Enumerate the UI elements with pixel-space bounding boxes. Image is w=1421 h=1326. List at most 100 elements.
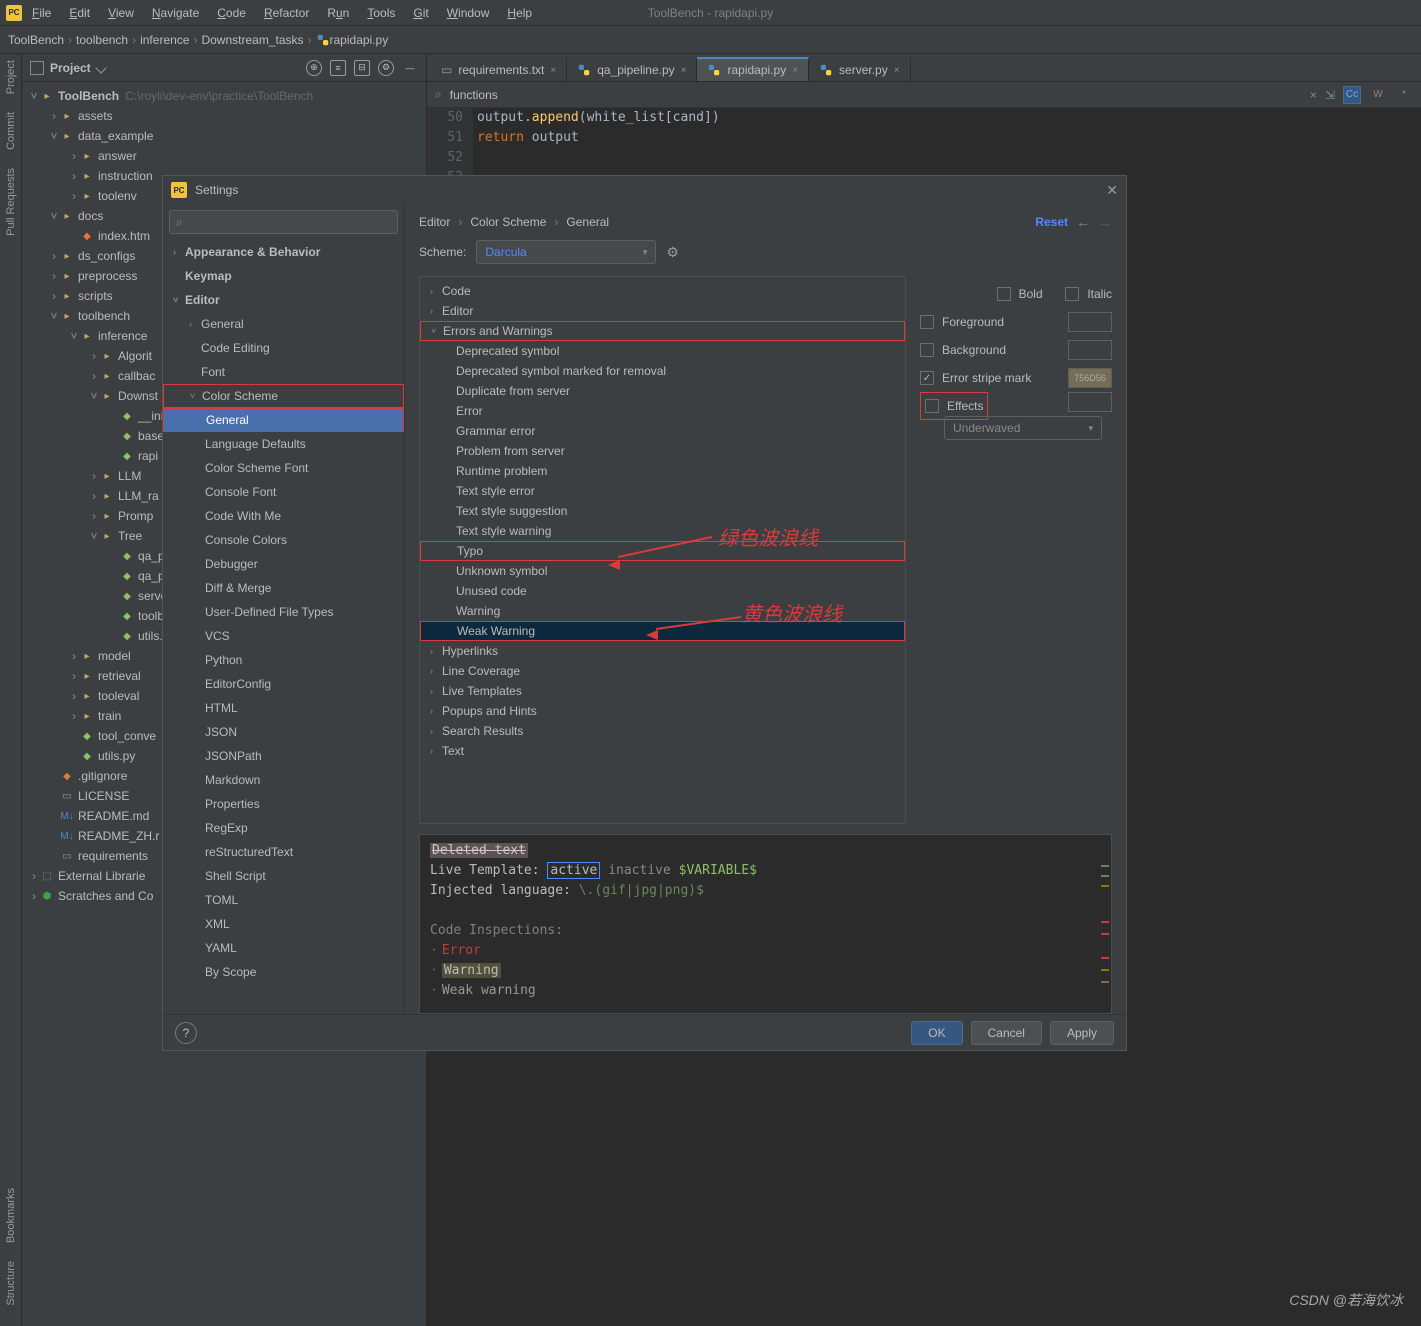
- chk-effects[interactable]: [925, 399, 939, 413]
- menu-window[interactable]: Window: [439, 4, 498, 22]
- nav-editor[interactable]: ˅Editor: [163, 288, 404, 312]
- background-swatch[interactable]: [1068, 340, 1112, 360]
- nav-debugger[interactable]: Debugger: [163, 552, 404, 576]
- close-icon[interactable]: ×: [894, 65, 900, 76]
- stripe-swatch[interactable]: 756D56: [1068, 368, 1112, 388]
- forward-icon[interactable]: →: [1098, 214, 1112, 230]
- chk-stripe[interactable]: [920, 371, 934, 385]
- ok-button[interactable]: OK: [911, 1021, 962, 1045]
- menu-run[interactable]: Run: [319, 4, 357, 22]
- nav-appearance[interactable]: ›Appearance & Behavior: [163, 240, 404, 264]
- locate-icon[interactable]: ⊕: [306, 60, 322, 76]
- tab-rapidapi[interactable]: rapidapi.py×: [697, 57, 809, 81]
- nav-cs-general[interactable]: General: [163, 408, 404, 432]
- bc-3[interactable]: Downstream_tasks: [201, 33, 303, 47]
- nav-toml[interactable]: TOML: [163, 888, 404, 912]
- match-case-icon[interactable]: Cc: [1343, 86, 1361, 104]
- menu-code[interactable]: Code: [209, 4, 254, 22]
- nav-shell[interactable]: Shell Script: [163, 864, 404, 888]
- nav-console-font[interactable]: Console Font: [163, 480, 404, 504]
- strip-commit[interactable]: Commit: [5, 112, 17, 150]
- nav-lang-defaults[interactable]: Language Defaults: [163, 432, 404, 456]
- category-tree[interactable]: ›Code ›Editor ˅Errors and Warnings Depre…: [419, 276, 906, 824]
- chk-bold[interactable]: [997, 287, 1011, 301]
- nav-code-with-me[interactable]: Code With Me: [163, 504, 404, 528]
- bc-1[interactable]: toolbench: [76, 33, 128, 47]
- nav-jsonpath[interactable]: JSONPath: [163, 744, 404, 768]
- nav-diff-merge[interactable]: Diff & Merge: [163, 576, 404, 600]
- expand-icon[interactable]: ≡: [330, 60, 346, 76]
- nav-byscope[interactable]: By Scope: [163, 960, 404, 984]
- foreground-swatch[interactable]: [1068, 312, 1112, 332]
- find-close-icon[interactable]: ×: [1310, 88, 1317, 102]
- nav-html[interactable]: HTML: [163, 696, 404, 720]
- menu-file[interactable]: File: [24, 4, 59, 22]
- find-input[interactable]: functions: [450, 88, 1302, 102]
- bc-4[interactable]: rapidapi.py: [330, 33, 389, 47]
- help-icon[interactable]: ?: [175, 1022, 197, 1044]
- menu-refactor[interactable]: Refactor: [256, 4, 317, 22]
- effects-swatch[interactable]: [1068, 392, 1112, 412]
- nav-code-editing[interactable]: Code Editing: [163, 336, 404, 360]
- search-icon: ⌕: [435, 87, 442, 102]
- settings-icon[interactable]: ⚙: [378, 60, 394, 76]
- menu-tools[interactable]: Tools: [359, 4, 403, 22]
- close-icon[interactable]: ×: [550, 65, 556, 76]
- strip-project[interactable]: Project: [5, 60, 17, 94]
- nav-properties[interactable]: Properties: [163, 792, 404, 816]
- reset-link[interactable]: Reset: [1035, 215, 1068, 229]
- menu-help[interactable]: Help: [499, 4, 540, 22]
- nav-user-defined[interactable]: User-Defined File Types: [163, 600, 404, 624]
- project-label[interactable]: Project: [50, 61, 91, 75]
- cat-typo[interactable]: Typo: [420, 541, 905, 561]
- nav-markdown[interactable]: Markdown: [163, 768, 404, 792]
- nav-vcs[interactable]: VCS: [163, 624, 404, 648]
- nav-general[interactable]: ›General: [163, 312, 404, 336]
- project-view-icon[interactable]: [30, 61, 44, 75]
- close-icon[interactable]: ×: [681, 65, 687, 76]
- effects-combo[interactable]: Underwaved▾: [944, 416, 1102, 440]
- scheme-combo[interactable]: Darcula▾: [476, 240, 656, 264]
- nav-cs-font[interactable]: Color Scheme Font: [163, 456, 404, 480]
- nav-xml[interactable]: XML: [163, 912, 404, 936]
- apply-button[interactable]: Apply: [1050, 1021, 1114, 1045]
- nav-python[interactable]: Python: [163, 648, 404, 672]
- hide-icon[interactable]: —: [402, 60, 418, 76]
- menu-view[interactable]: View: [100, 4, 142, 22]
- dialog-footer: ? OK Cancel Apply: [163, 1014, 1126, 1050]
- nav-console-colors[interactable]: Console Colors: [163, 528, 404, 552]
- menu-git[interactable]: Git: [405, 4, 436, 22]
- close-icon[interactable]: ✕: [1106, 182, 1118, 199]
- nav-json[interactable]: JSON: [163, 720, 404, 744]
- nav-yaml[interactable]: YAML: [163, 936, 404, 960]
- nav-editorconfig[interactable]: EditorConfig: [163, 672, 404, 696]
- strip-structure[interactable]: Structure: [5, 1261, 17, 1306]
- chk-foreground[interactable]: [920, 315, 934, 329]
- tab-qa-pipeline[interactable]: qa_pipeline.py×: [567, 57, 697, 81]
- nav-rst[interactable]: reStructuredText: [163, 840, 404, 864]
- tab-server[interactable]: server.py×: [809, 57, 911, 81]
- find-pin-icon[interactable]: ⇲: [1325, 88, 1335, 102]
- strip-bookmarks[interactable]: Bookmarks: [5, 1188, 17, 1243]
- chk-background[interactable]: [920, 343, 934, 357]
- settings-search[interactable]: ⌕: [169, 210, 398, 234]
- bc-0[interactable]: ToolBench: [8, 33, 64, 47]
- strip-pullreq[interactable]: Pull Requests: [5, 168, 17, 236]
- menu-navigate[interactable]: Navigate: [144, 4, 207, 22]
- nav-keymap[interactable]: Keymap: [163, 264, 404, 288]
- nav-color-scheme[interactable]: ˅Color Scheme: [163, 384, 404, 408]
- chevron-down-icon[interactable]: [95, 62, 106, 73]
- close-icon[interactable]: ×: [792, 65, 798, 76]
- gear-icon[interactable]: ⚙: [666, 244, 679, 261]
- menu-edit[interactable]: Edit: [61, 4, 98, 22]
- chk-italic[interactable]: [1065, 287, 1079, 301]
- tab-requirements[interactable]: ▭requirements.txt×: [431, 57, 567, 81]
- whole-word-icon[interactable]: W: [1369, 86, 1387, 104]
- cancel-button[interactable]: Cancel: [971, 1021, 1042, 1045]
- nav-regexp[interactable]: RegExp: [163, 816, 404, 840]
- bc-2[interactable]: inference: [140, 33, 189, 47]
- nav-font[interactable]: Font: [163, 360, 404, 384]
- regex-icon[interactable]: *: [1395, 86, 1413, 104]
- collapse-icon[interactable]: ⊟: [354, 60, 370, 76]
- back-icon[interactable]: ←: [1076, 214, 1090, 230]
